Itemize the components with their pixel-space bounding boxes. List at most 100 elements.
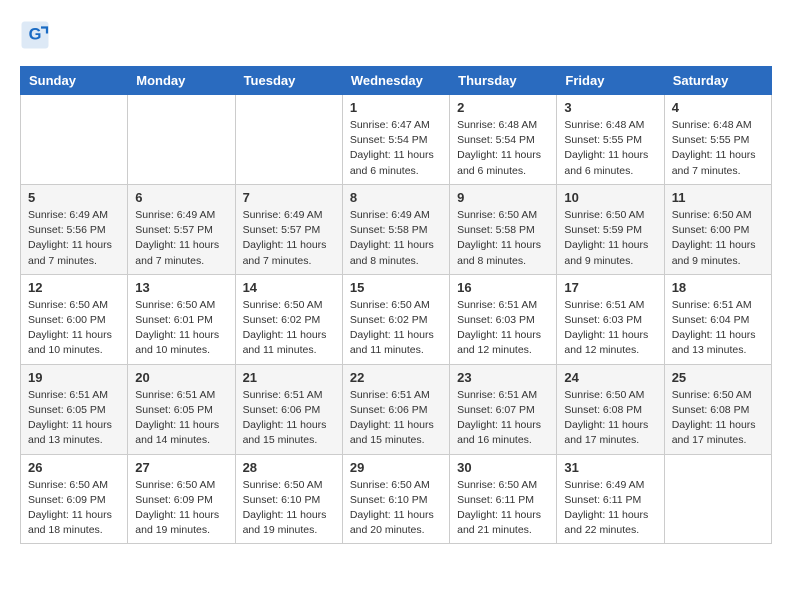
day-info: Sunrise: 6:50 AM Sunset: 6:00 PM Dayligh… [672,208,764,269]
day-number: 22 [350,370,442,385]
calendar-cell: 31 Sunrise: 6:49 AM Sunset: 6:11 PM Dayli… [557,454,664,544]
logo-icon: G [20,20,50,50]
day-number: 11 [672,190,764,205]
day-number: 30 [457,460,549,475]
calendar-table: SundayMondayTuesdayWednesdayThursdayFrid… [20,66,772,544]
day-number: 6 [135,190,227,205]
day-number: 23 [457,370,549,385]
day-info: Sunrise: 6:50 AM Sunset: 6:11 PM Dayligh… [457,478,549,539]
calendar-cell: 9 Sunrise: 6:50 AM Sunset: 5:58 PM Daylig… [450,184,557,274]
calendar-cell: 10 Sunrise: 6:50 AM Sunset: 5:59 PM Dayli… [557,184,664,274]
day-info: Sunrise: 6:49 AM Sunset: 5:58 PM Dayligh… [350,208,442,269]
day-number: 17 [564,280,656,295]
weekday-header-friday: Friday [557,67,664,95]
calendar-cell: 15 Sunrise: 6:50 AM Sunset: 6:02 PM Dayli… [342,274,449,364]
day-info: Sunrise: 6:50 AM Sunset: 6:00 PM Dayligh… [28,298,120,359]
calendar-cell: 13Sunrise: 6:50 AM Sunset: 6:01 PM Dayli… [128,274,235,364]
week-row-3: 12 Sunrise: 6:50 AM Sunset: 6:00 PM Dayli… [21,274,772,364]
weekday-header-wednesday: Wednesday [342,67,449,95]
calendar-cell: 29 Sunrise: 6:50 AM Sunset: 6:10 PM Dayli… [342,454,449,544]
day-number: 26 [28,460,120,475]
day-number: 31 [564,460,656,475]
day-info: Sunrise: 6:50 AM Sunset: 6:09 PM Dayligh… [28,478,120,539]
week-row-2: 5Sunrise: 6:49 AM Sunset: 5:56 PM Daylig… [21,184,772,274]
day-info: Sunrise: 6:50 AM Sunset: 6:01 PM Dayligh… [135,298,227,359]
calendar-cell: 16Sunrise: 6:51 AM Sunset: 6:03 PM Dayli… [450,274,557,364]
day-info: Sunrise: 6:50 AM Sunset: 6:02 PM Dayligh… [350,298,442,359]
calendar-cell: 20 Sunrise: 6:51 AM Sunset: 6:05 PM Dayli… [128,364,235,454]
day-number: 8 [350,190,442,205]
day-number: 28 [243,460,335,475]
day-info: Sunrise: 6:51 AM Sunset: 6:06 PM Dayligh… [243,388,335,449]
day-info: Sunrise: 6:47 AM Sunset: 5:54 PM Dayligh… [350,118,442,179]
day-info: Sunrise: 6:50 AM Sunset: 6:02 PM Dayligh… [243,298,335,359]
day-number: 29 [350,460,442,475]
calendar-cell: 14 Sunrise: 6:50 AM Sunset: 6:02 PM Dayli… [235,274,342,364]
week-row-1: 1Sunrise: 6:47 AM Sunset: 5:54 PM Daylig… [21,95,772,185]
day-info: Sunrise: 6:49 AM Sunset: 5:57 PM Dayligh… [243,208,335,269]
weekday-header-row: SundayMondayTuesdayWednesdayThursdayFrid… [21,67,772,95]
week-row-4: 19 Sunrise: 6:51 AM Sunset: 6:05 PM Dayli… [21,364,772,454]
calendar-cell: 24 Sunrise: 6:50 AM Sunset: 6:08 PM Dayli… [557,364,664,454]
day-info: Sunrise: 6:50 AM Sunset: 6:09 PM Dayligh… [135,478,227,539]
day-info: Sunrise: 6:51 AM Sunset: 6:07 PM Dayligh… [457,388,549,449]
day-info: Sunrise: 6:48 AM Sunset: 5:55 PM Dayligh… [564,118,656,179]
day-info: Sunrise: 6:50 AM Sunset: 6:08 PM Dayligh… [672,388,764,449]
calendar-cell: 5Sunrise: 6:49 AM Sunset: 5:56 PM Daylig… [21,184,128,274]
calendar-cell: 8 Sunrise: 6:49 AM Sunset: 5:58 PM Daylig… [342,184,449,274]
day-number: 9 [457,190,549,205]
weekday-header-sunday: Sunday [21,67,128,95]
calendar-cell: 18Sunrise: 6:51 AM Sunset: 6:04 PM Dayli… [664,274,771,364]
header: G [20,20,772,50]
day-number: 18 [672,280,764,295]
day-info: Sunrise: 6:51 AM Sunset: 6:03 PM Dayligh… [457,298,549,359]
calendar-cell: 25 Sunrise: 6:50 AM Sunset: 6:08 PM Dayli… [664,364,771,454]
day-number: 10 [564,190,656,205]
calendar-cell: 2 Sunrise: 6:48 AM Sunset: 5:54 PM Daylig… [450,95,557,185]
calendar-cell [664,454,771,544]
calendar-cell: 17 Sunrise: 6:51 AM Sunset: 6:03 PM Dayli… [557,274,664,364]
weekday-header-monday: Monday [128,67,235,95]
day-number: 4 [672,100,764,115]
calendar-cell [21,95,128,185]
day-info: Sunrise: 6:50 AM Sunset: 6:08 PM Dayligh… [564,388,656,449]
day-info: Sunrise: 6:51 AM Sunset: 6:05 PM Dayligh… [28,388,120,449]
day-number: 20 [135,370,227,385]
weekday-header-saturday: Saturday [664,67,771,95]
day-number: 24 [564,370,656,385]
day-info: Sunrise: 6:49 AM Sunset: 6:11 PM Dayligh… [564,478,656,539]
day-info: Sunrise: 6:51 AM Sunset: 6:06 PM Dayligh… [350,388,442,449]
calendar-cell: 3 Sunrise: 6:48 AM Sunset: 5:55 PM Daylig… [557,95,664,185]
day-number: 19 [28,370,120,385]
calendar-cell: 12 Sunrise: 6:50 AM Sunset: 6:00 PM Dayli… [21,274,128,364]
calendar-cell: 7 Sunrise: 6:49 AM Sunset: 5:57 PM Daylig… [235,184,342,274]
day-number: 15 [350,280,442,295]
day-number: 21 [243,370,335,385]
day-number: 2 [457,100,549,115]
calendar-cell: 6Sunrise: 6:49 AM Sunset: 5:57 PM Daylig… [128,184,235,274]
day-number: 25 [672,370,764,385]
calendar-cell: 4Sunrise: 6:48 AM Sunset: 5:55 PM Daylig… [664,95,771,185]
day-number: 5 [28,190,120,205]
calendar-cell: 27 Sunrise: 6:50 AM Sunset: 6:09 PM Dayli… [128,454,235,544]
day-number: 12 [28,280,120,295]
day-info: Sunrise: 6:50 AM Sunset: 5:59 PM Dayligh… [564,208,656,269]
day-info: Sunrise: 6:50 AM Sunset: 5:58 PM Dayligh… [457,208,549,269]
day-number: 14 [243,280,335,295]
calendar-cell [128,95,235,185]
calendar-cell: 22 Sunrise: 6:51 AM Sunset: 6:06 PM Dayli… [342,364,449,454]
day-info: Sunrise: 6:48 AM Sunset: 5:54 PM Dayligh… [457,118,549,179]
day-number: 7 [243,190,335,205]
day-info: Sunrise: 6:51 AM Sunset: 6:03 PM Dayligh… [564,298,656,359]
day-number: 27 [135,460,227,475]
calendar-cell: 23 Sunrise: 6:51 AM Sunset: 6:07 PM Dayli… [450,364,557,454]
day-number: 3 [564,100,656,115]
logo: G [20,20,54,50]
day-info: Sunrise: 6:50 AM Sunset: 6:10 PM Dayligh… [350,478,442,539]
day-info: Sunrise: 6:50 AM Sunset: 6:10 PM Dayligh… [243,478,335,539]
calendar-cell: 26 Sunrise: 6:50 AM Sunset: 6:09 PM Dayli… [21,454,128,544]
day-info: Sunrise: 6:51 AM Sunset: 6:05 PM Dayligh… [135,388,227,449]
weekday-header-thursday: Thursday [450,67,557,95]
svg-text:G: G [29,26,42,44]
calendar-cell: 28 Sunrise: 6:50 AM Sunset: 6:10 PM Dayli… [235,454,342,544]
